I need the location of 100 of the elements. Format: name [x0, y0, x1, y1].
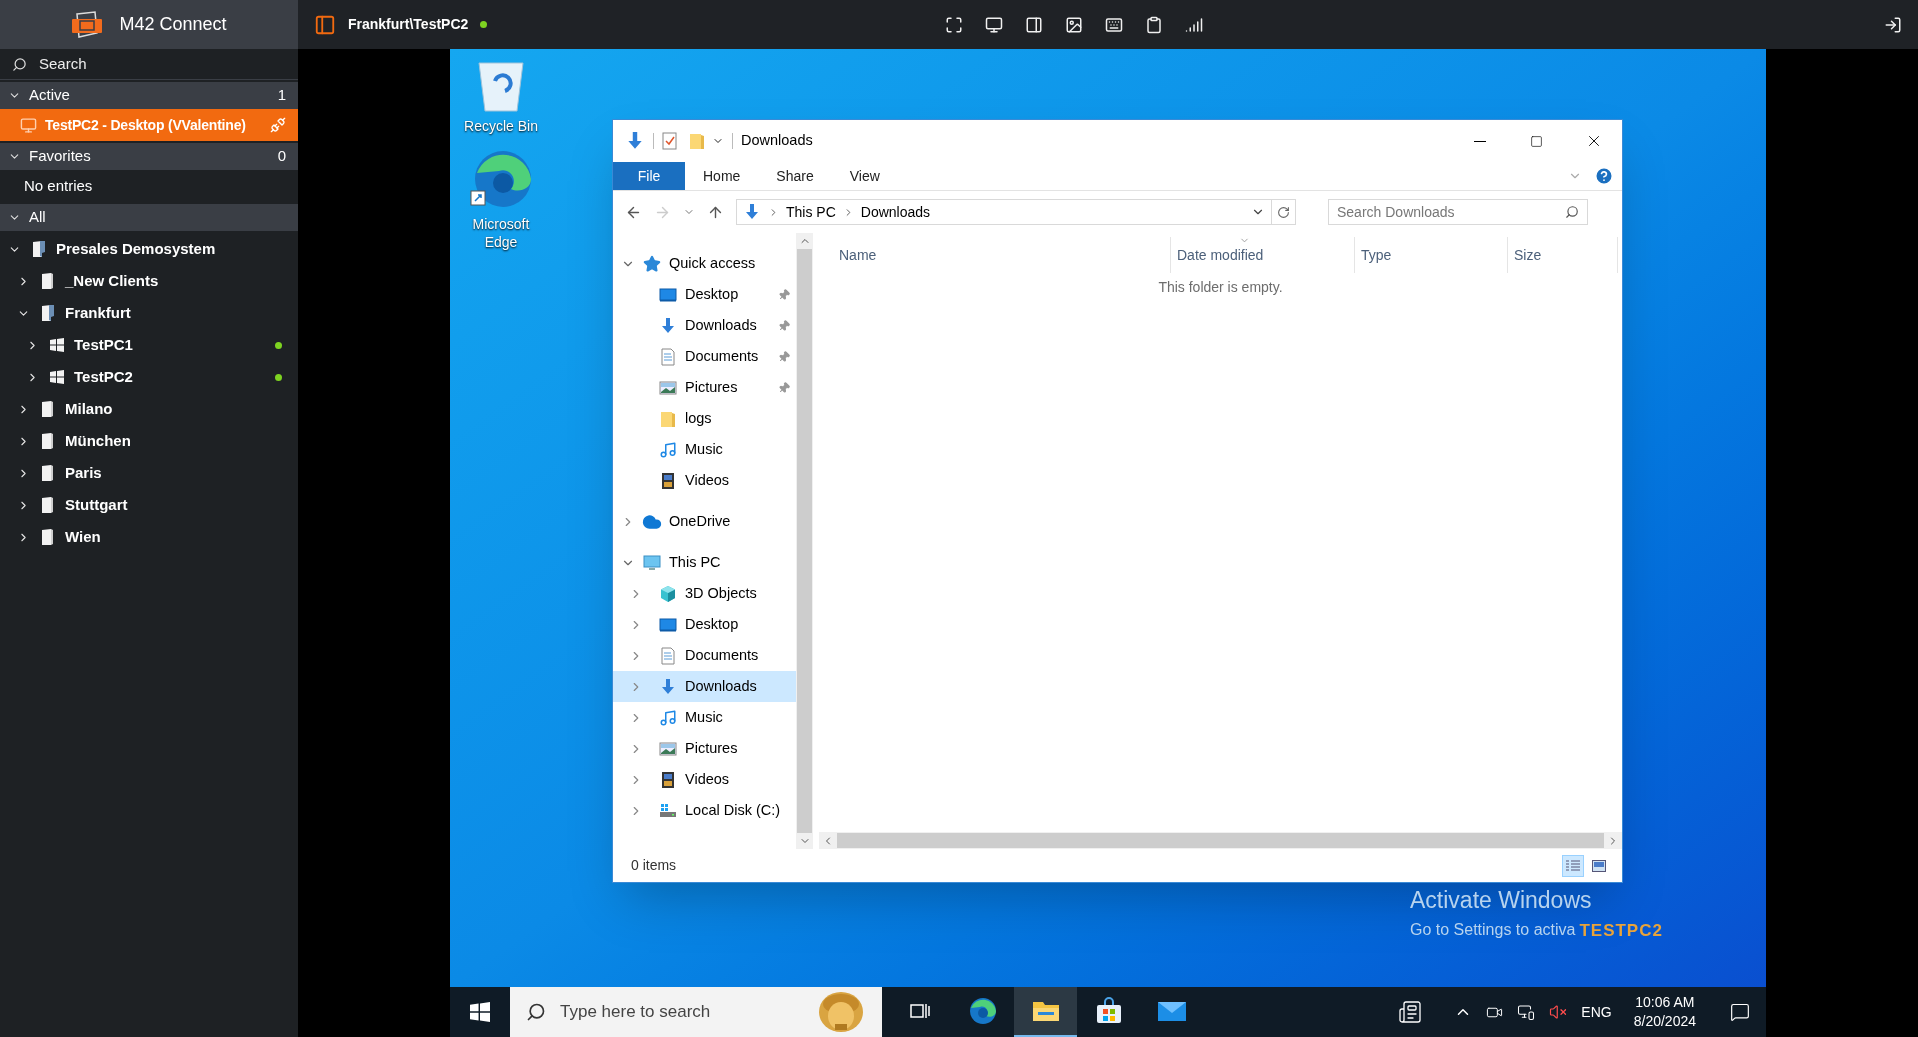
tree-item-label[interactable]: TestPC2: [74, 365, 133, 389]
ribbon-tab[interactable]: View: [831, 162, 898, 190]
nav-item[interactable]: Videos: [613, 764, 796, 795]
keyboard-icon[interactable]: [1105, 15, 1124, 34]
clock[interactable]: 10:06 AM 8/20/2024: [1625, 993, 1704, 1031]
nav-item[interactable]: Desktop: [613, 279, 796, 310]
column-header[interactable]: Name: [833, 237, 1171, 273]
tree-item-label[interactable]: TestPC1: [74, 333, 133, 357]
volume-icon[interactable]: [1549, 1003, 1568, 1021]
breadcrumb[interactable]: Downloads: [860, 201, 931, 223]
nav-label: Desktop: [685, 614, 739, 634]
column-header[interactable]: Date modified: [1171, 237, 1355, 273]
folder-icon: [41, 272, 55, 290]
tree-item-label[interactable]: Paris: [65, 461, 102, 485]
desktop-icon: [659, 285, 677, 304]
folder-icon: [688, 132, 706, 150]
star-icon: [643, 254, 661, 273]
section-header[interactable]: Active 1: [0, 82, 298, 109]
folder-icon: [41, 464, 55, 482]
folder-icon: [41, 528, 55, 546]
properties-icon[interactable]: [662, 132, 678, 150]
maximize-icon: [1530, 134, 1543, 148]
search-icon: [526, 1002, 546, 1022]
arrow-box-icon[interactable]: [1884, 15, 1902, 34]
language-indicator[interactable]: ENG: [1581, 1001, 1612, 1023]
music-note-icon: [659, 708, 677, 727]
nav-item[interactable]: Documents: [613, 640, 796, 671]
nav-item[interactable]: Pictures: [613, 733, 796, 764]
section-header[interactable]: Favorites 0: [0, 143, 298, 170]
section-header[interactable]: All: [0, 204, 298, 231]
folder-icon: [41, 304, 55, 322]
nav-item[interactable]: Pictures: [613, 372, 796, 403]
cube-icon: [659, 584, 677, 603]
clipboard-icon[interactable]: [1145, 15, 1164, 34]
nav-item[interactable]: Music: [613, 702, 796, 733]
nav-item[interactable]: This PC: [613, 547, 796, 578]
windows-icon: [50, 370, 64, 384]
search-placeholder: Search Downloads: [1337, 202, 1455, 222]
shortcut-label: Recycle Bin: [464, 117, 538, 135]
session-list-icon[interactable]: [314, 13, 336, 36]
panel-icon[interactable]: [1025, 15, 1044, 34]
taskbar-search-field[interactable]: Type here to search: [510, 987, 882, 1037]
tree-item-label[interactable]: Frankfurt: [65, 301, 131, 325]
nav-item[interactable]: Local Disk (C:): [613, 795, 796, 826]
image-icon[interactable]: [1065, 15, 1084, 34]
drive-icon: [659, 801, 677, 820]
tree-item-label[interactable]: _New Clients: [65, 269, 159, 293]
nav-item[interactable]: Music: [613, 434, 796, 465]
ribbon-tab[interactable]: Share: [758, 162, 832, 190]
app-title: M42 Connect: [119, 13, 227, 36]
list-icon: [1566, 859, 1580, 872]
unplug-icon[interactable]: [270, 117, 286, 133]
windows-icon: [50, 338, 64, 352]
help-icon[interactable]: [1594, 166, 1614, 186]
tree-item-label[interactable]: Presales Demosystem: [56, 237, 216, 261]
nav-label: logs: [685, 408, 712, 428]
column-header[interactable]: Size: [1508, 237, 1618, 273]
ribbon-tab[interactable]: Home: [685, 162, 759, 190]
app-logo-icon: [71, 10, 104, 39]
nav-item[interactable]: Downloads: [613, 671, 796, 702]
nav-item[interactable]: logs: [613, 403, 796, 434]
monitor-icon[interactable]: [985, 15, 1004, 34]
nav-label: Documents: [685, 346, 759, 366]
tree-item-label[interactable]: München: [65, 429, 131, 453]
search-field[interactable]: Search Downloads: [1328, 199, 1588, 225]
address-bar[interactable]: This PC Downloads: [736, 199, 1296, 225]
column-header[interactable]: Type: [1355, 237, 1508, 273]
fullscreen-icon[interactable]: [945, 15, 964, 34]
nav-item[interactable]: Downloads: [613, 310, 796, 341]
film-icon: [659, 770, 677, 789]
shortcut-label: Microsoft Edge: [471, 215, 531, 251]
section-title: Favorites: [29, 146, 91, 167]
nav-item[interactable]: OneDrive: [613, 506, 796, 537]
computer-name-label: TESTPC2: [1579, 919, 1663, 942]
session-label: TestPC2 - Desktop (VValentine): [45, 115, 246, 135]
activation-title: Activate Windows: [1410, 886, 1593, 915]
nav-item[interactable]: Documents: [613, 341, 796, 372]
desktop-icon: [659, 615, 677, 634]
network-icon[interactable]: [1517, 1003, 1536, 1021]
file-tab[interactable]: File: [613, 162, 685, 190]
breadcrumb[interactable]: This PC: [786, 201, 836, 223]
news-icon[interactable]: [1398, 1000, 1423, 1024]
notifications-icon[interactable]: [1730, 1002, 1750, 1022]
nav-item[interactable]: Quick access: [613, 248, 796, 279]
tree-item-label[interactable]: Wien: [65, 525, 101, 549]
folder-icon: [659, 409, 677, 428]
refresh-icon[interactable]: [1277, 205, 1290, 219]
signal-icon[interactable]: [1185, 15, 1204, 34]
nav-item[interactable]: Videos: [613, 465, 796, 496]
envelope-icon: [1156, 999, 1187, 1023]
section-title: All: [29, 207, 46, 228]
music-note-icon: [659, 440, 677, 459]
tree-item-label[interactable]: Stuttgart: [65, 493, 128, 517]
windows-logo-icon: [470, 1002, 490, 1022]
taskbar-app-button[interactable]: [1014, 987, 1077, 1037]
nav-label: Documents: [685, 645, 759, 665]
tree-item-label[interactable]: Milano: [65, 397, 113, 421]
nav-item[interactable]: Desktop: [613, 609, 796, 640]
monitor-icon: [20, 116, 37, 134]
nav-item[interactable]: 3D Objects: [613, 578, 796, 609]
